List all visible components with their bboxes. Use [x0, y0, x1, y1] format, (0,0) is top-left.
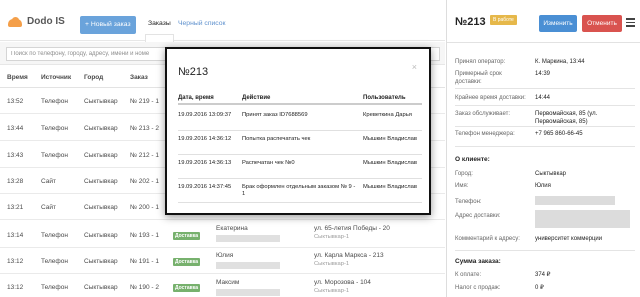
- history-action: Принят заказ ID7688569: [242, 112, 308, 118]
- history-user: Мышкин Владислав: [363, 136, 417, 142]
- tab-orders-label: Заказы: [148, 20, 171, 27]
- order-number: №213: [455, 16, 486, 28]
- field-label: Имя:: [455, 183, 469, 189]
- field-label: Заказ обслуживает:: [455, 111, 511, 117]
- history-row: 19.09.2016 14:37:45 Брак оформлен отдель…: [178, 179, 422, 203]
- header-user: Пользователь: [363, 95, 406, 101]
- field-value: К. Маркина, 13:44: [535, 59, 585, 65]
- status-badge: В работе: [490, 15, 517, 25]
- field-label: Адрес доставки:: [455, 213, 501, 219]
- field-value: Сыктывкар: [535, 171, 567, 177]
- list-menu-icon[interactable]: [626, 18, 635, 28]
- field-label: Телефон менеджера:: [455, 131, 515, 137]
- order-history-modal: №213 × Дата, время Действие Пользователь…: [165, 47, 431, 215]
- field-value: 14:44: [535, 95, 551, 101]
- history-row: 19.09.2016 13:09:37 Принят заказ ID76885…: [178, 107, 422, 131]
- field-label: Город:: [455, 171, 473, 177]
- tab-orders[interactable]: Заказы: [145, 20, 174, 42]
- field-value: 14:39: [535, 71, 551, 77]
- modal-title: №213: [178, 66, 209, 78]
- history-date: 19.09.2016 14:36:13: [178, 160, 232, 166]
- divider: [455, 250, 635, 251]
- divider: [447, 42, 640, 43]
- history-action: Распечатан чек №0: [242, 160, 295, 166]
- field-value: университет коммерции: [535, 236, 603, 242]
- cancel-order-button[interactable]: Отменить: [582, 15, 622, 32]
- history-date: 19.09.2016 14:36:12: [178, 136, 232, 142]
- history-row: 19.09.2016 14:36:12 Попытка распечатать …: [178, 131, 422, 155]
- field-label: Телефон:: [455, 199, 482, 205]
- history-row: 19.09.2016 14:36:13 Распечатан чек №0 Мы…: [178, 155, 422, 179]
- history-action: Попытка распечатать чек: [242, 136, 311, 142]
- header-action: Действие: [242, 95, 271, 101]
- order-details-panel: №213 В работе Изменить Отменить Принял о…: [446, 0, 640, 297]
- redacted-address: [535, 210, 630, 228]
- redacted-phone: [535, 196, 615, 205]
- divider: [455, 105, 635, 106]
- field-value: 0 ₽: [535, 285, 544, 291]
- field-label: Крайнее время доставки:: [455, 95, 526, 101]
- client-section-title: О клиенте:: [455, 156, 490, 163]
- history-action: Брак оформлен отдельным заказом № 9 - 1: [242, 184, 356, 197]
- history-table-header: Дата, время Действие Пользователь: [178, 91, 422, 105]
- sum-section-title: Сумма заказа:: [455, 258, 501, 265]
- history-date: 19.09.2016 14:37:45: [178, 184, 232, 190]
- divider: [455, 146, 635, 147]
- history-user: Креветкина Дарья: [363, 112, 412, 118]
- history-user: Мышкин Владислав: [363, 184, 417, 190]
- divider: [455, 126, 635, 127]
- history-user: Мышкин Владислав: [363, 160, 417, 166]
- history-date: 19.09.2016 13:09:37: [178, 112, 232, 118]
- field-value: Первомайская, 85 (ул. Первомайская, 85): [535, 111, 598, 125]
- field-label: Налог с продаж:: [455, 285, 501, 291]
- field-value: 374 ₽: [535, 272, 551, 278]
- close-icon[interactable]: ×: [412, 62, 417, 72]
- field-label: Принял оператор:: [455, 59, 506, 65]
- field-label: Комментарий к адресу:: [455, 236, 520, 242]
- field-value: Юлия: [535, 183, 551, 189]
- manager-phone: +7 965 860-66-45: [535, 131, 583, 137]
- edit-button[interactable]: Изменить: [539, 15, 577, 32]
- field-label: К оплате:: [455, 272, 482, 278]
- header-date: Дата, время: [178, 95, 214, 101]
- field-label: Примерный срок доставки:: [455, 71, 502, 85]
- divider: [455, 88, 635, 89]
